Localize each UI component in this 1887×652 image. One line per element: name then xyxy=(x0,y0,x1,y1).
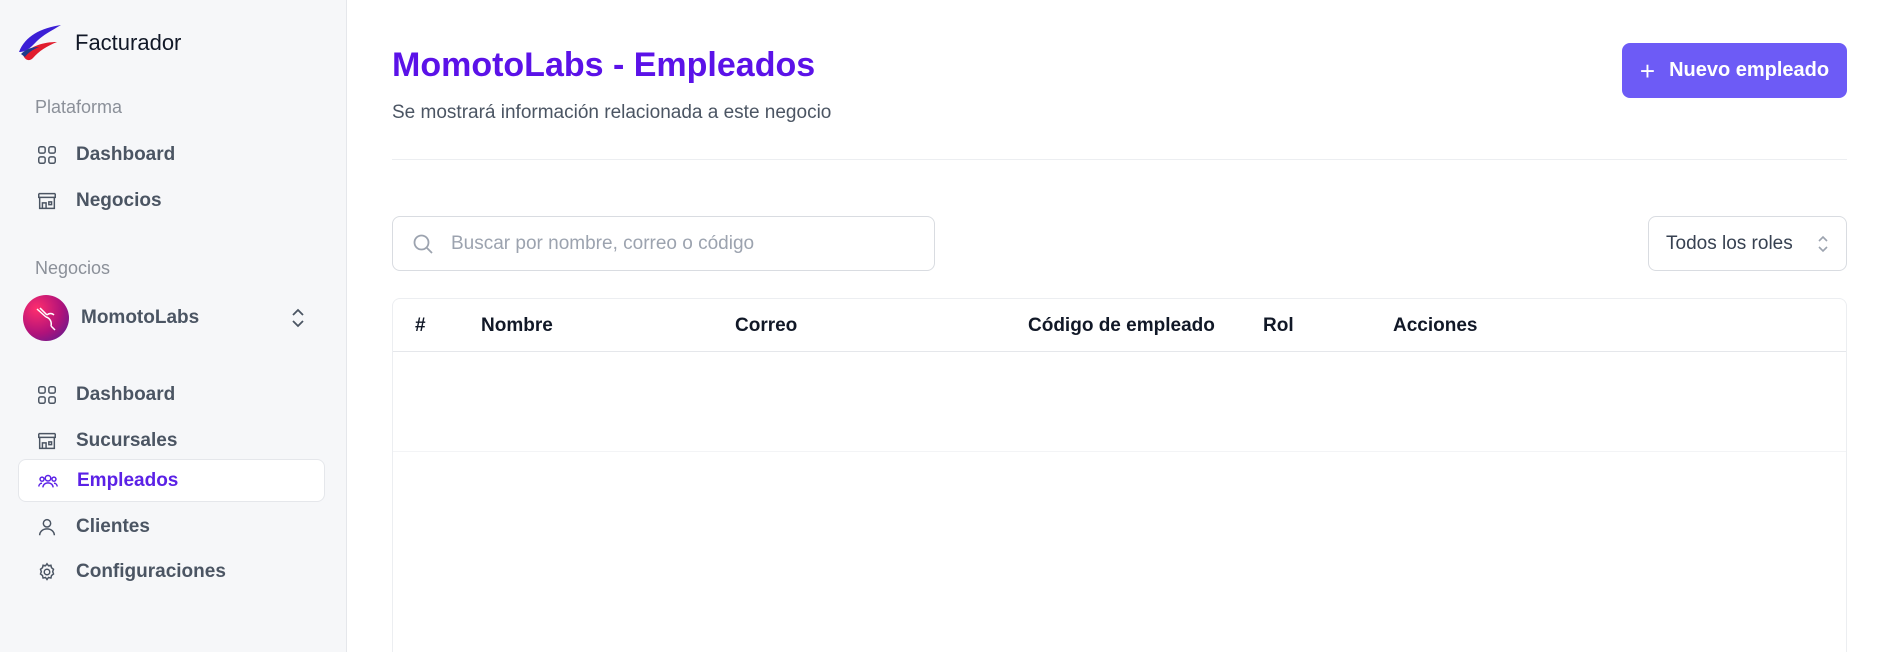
search-icon xyxy=(413,234,433,254)
sidebar-item-label: Dashboard xyxy=(76,383,176,405)
column-header-rol: Rol xyxy=(1263,315,1294,336)
brand[interactable]: Facturador xyxy=(17,22,181,64)
column-header-correo: Correo xyxy=(735,315,798,336)
sidebar-item-label: Empleados xyxy=(77,469,179,491)
business-avatar xyxy=(23,295,69,341)
business-name: MomotoLabs xyxy=(81,307,200,328)
users-icon xyxy=(38,474,58,487)
sidebar-item-label: Negocios xyxy=(76,189,162,211)
sidebar-item-label: Sucursales xyxy=(76,429,178,451)
sidebar-item-clientes[interactable]: Clientes xyxy=(18,505,325,548)
hummingbird-icon xyxy=(36,307,56,331)
sidebar-item-label: Configuraciones xyxy=(76,560,226,582)
new-employee-button-label: Nuevo empleado xyxy=(1669,59,1830,81)
main-content: MomotoLabs - Empleados Se mostrará infor… xyxy=(347,0,1887,652)
business-switcher[interactable]: MomotoLabs xyxy=(18,292,325,344)
sidebar-item-negocios[interactable]: Negocios xyxy=(18,179,325,222)
new-employee-button[interactable]: + Nuevo empleado xyxy=(1622,43,1847,98)
grid-icon xyxy=(38,385,56,404)
sidebar-item-label: Clientes xyxy=(76,515,150,537)
page-subtitle: Se mostrará información relacionada a es… xyxy=(392,102,832,123)
sidebar-item-sucursales[interactable]: Sucursales xyxy=(18,419,325,462)
sidebar-item-platform-dashboard[interactable]: Dashboard xyxy=(18,133,325,176)
grid-icon xyxy=(38,145,56,164)
sidebar-item-configuraciones[interactable]: Configuraciones xyxy=(18,550,325,593)
table-row-divider xyxy=(393,451,1846,452)
gear-icon xyxy=(39,562,55,581)
sidebar-item-label: Dashboard xyxy=(76,143,176,165)
page-title: MomotoLabs - Empleados xyxy=(392,46,816,84)
chevron-up-down-icon xyxy=(292,308,304,328)
table-header: # Nombre Correo Código de empleado Rol A… xyxy=(393,299,1846,352)
role-filter-value: Todos los roles xyxy=(1666,232,1793,254)
chevron-up-down-icon xyxy=(1818,235,1828,253)
store-icon xyxy=(38,192,56,209)
column-header-codigo: Código de empleado xyxy=(1028,315,1215,336)
sidebar: Facturador Plataforma Dashboard Negocios… xyxy=(0,0,347,652)
sidebar-item-empleados[interactable]: Empleados xyxy=(18,459,325,502)
employees-table: # Nombre Correo Código de empleado Rol A… xyxy=(392,298,1847,652)
store-icon xyxy=(38,432,56,449)
user-icon xyxy=(38,518,56,535)
role-filter-select[interactable]: Todos los roles xyxy=(1648,216,1847,271)
search-input[interactable] xyxy=(449,231,913,256)
app-logo xyxy=(19,25,61,61)
search-box[interactable] xyxy=(392,216,935,271)
sidebar-item-dashboard[interactable]: Dashboard xyxy=(18,373,325,416)
header-divider xyxy=(392,159,1847,160)
business-section-label: Negocios xyxy=(35,258,111,278)
app-name: Facturador xyxy=(75,30,182,55)
column-header-nombre: Nombre xyxy=(481,315,553,336)
column-header-index: # xyxy=(415,315,426,336)
platform-section-label: Plataforma xyxy=(35,97,123,117)
column-header-acciones: Acciones xyxy=(1393,315,1478,336)
plus-icon: + xyxy=(1639,55,1656,86)
